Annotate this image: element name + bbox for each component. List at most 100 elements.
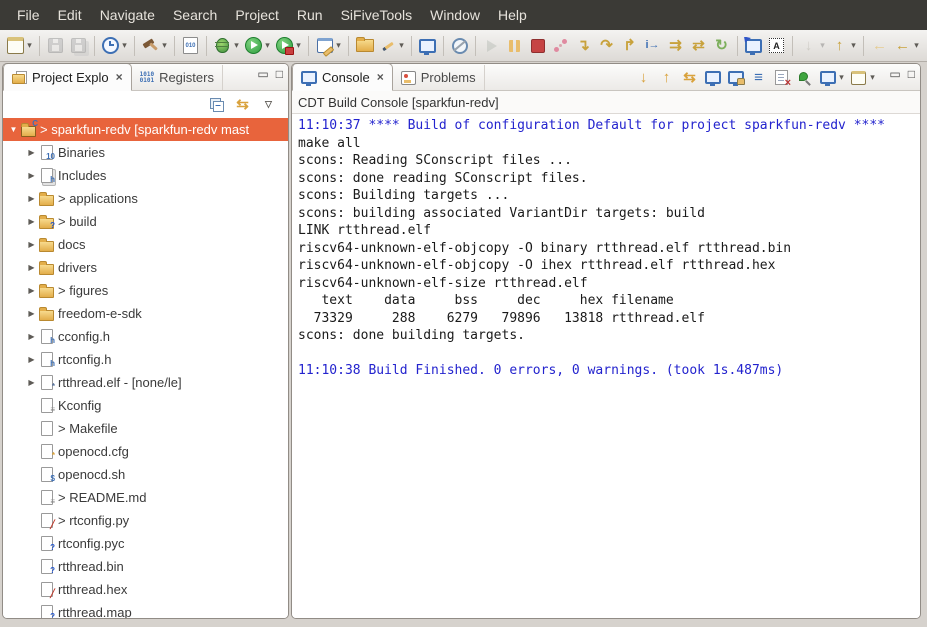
clear-console-button[interactable]	[771, 66, 792, 90]
tree-item[interactable]: *openocd.cfg	[3, 440, 288, 463]
stopwatch-menu[interactable]: ▾	[120, 34, 129, 58]
back-menu[interactable]: ▾	[912, 34, 921, 58]
load-symbols-menu[interactable]: ▾	[818, 34, 827, 58]
scroll-lock-button[interactable]	[725, 66, 746, 90]
menu-edit[interactable]: Edit	[49, 0, 91, 30]
minimize-icon[interactable]: ▭	[889, 68, 900, 80]
forward-button[interactable]: →	[923, 34, 927, 58]
tree-item[interactable]: ≡Kconfig	[3, 394, 288, 417]
restore-state-button[interactable]: ↑	[829, 34, 850, 58]
display-console-button[interactable]	[817, 66, 838, 90]
resume-at-line-button[interactable]: ⇄	[688, 34, 709, 58]
menu-file[interactable]: File	[8, 0, 49, 30]
run-button[interactable]	[243, 34, 264, 58]
next-error-button[interactable]: ↓	[633, 66, 654, 90]
terminate-button[interactable]	[527, 34, 548, 58]
maximize-icon[interactable]: □	[276, 68, 283, 80]
console-view-button[interactable]	[417, 34, 438, 58]
menu-run[interactable]: Run	[288, 0, 332, 30]
expander-icon[interactable]: ▶	[26, 378, 37, 387]
suspend-button[interactable]	[504, 34, 525, 58]
open-console-button[interactable]	[848, 66, 869, 90]
profile-menu[interactable]: ▾	[294, 34, 303, 58]
minimize-icon[interactable]: ▭	[257, 68, 268, 80]
flash-target-button[interactable]	[743, 34, 764, 58]
menu-navigate[interactable]: Navigate	[91, 0, 164, 30]
expander-icon[interactable]: ▶	[26, 263, 37, 272]
step-return-button[interactable]: ↱	[619, 34, 640, 58]
new-wizard-menu[interactable]: ▾	[25, 34, 34, 58]
tree-item[interactable]: ▶hIncludes	[3, 164, 288, 187]
mark-occurrences-button[interactable]	[377, 34, 398, 58]
tree-item[interactable]: ▶docs	[3, 233, 288, 256]
expander-icon[interactable]: ▶	[26, 332, 37, 341]
link-with-editor-button[interactable]: ⇆	[232, 93, 253, 117]
binary-file-button[interactable]: 010	[180, 34, 201, 58]
memory-chip-button[interactable]: A	[766, 34, 787, 58]
save-button[interactable]	[45, 34, 66, 58]
load-symbols-button[interactable]: ↓	[798, 34, 819, 58]
display-console-menu[interactable]: ▾	[837, 66, 846, 90]
expander-icon[interactable]: ▼	[8, 125, 19, 134]
resume-button[interactable]	[481, 34, 502, 58]
expander-icon[interactable]: ▶	[26, 355, 37, 364]
tab-console[interactable]: Console ×	[292, 63, 393, 91]
back-button[interactable]: ←	[892, 34, 913, 58]
maximize-icon[interactable]: □	[908, 68, 915, 80]
restart-button[interactable]: ↻	[711, 34, 732, 58]
tree-item[interactable]: > Makefile	[3, 417, 288, 440]
tree-item[interactable]: ▶drivers	[3, 256, 288, 279]
new-wizard-button[interactable]	[5, 34, 26, 58]
collapse-all-button[interactable]	[206, 93, 227, 117]
tree-item[interactable]: ▶*rtthread.elf - [none/le]	[3, 371, 288, 394]
skip-all-breakpoints-button[interactable]	[449, 34, 470, 58]
expander-icon[interactable]: ▶	[26, 240, 37, 249]
menu-search[interactable]: Search	[164, 0, 226, 30]
menu-help[interactable]: Help	[489, 0, 536, 30]
mark-occurrences-menu[interactable]: ▾	[397, 34, 406, 58]
tab-registers[interactable]: 1010 0101 Registers	[132, 65, 223, 90]
menu-window[interactable]: Window	[421, 0, 489, 30]
back-faded-button[interactable]: ←	[869, 34, 890, 58]
external-tools-button[interactable]	[314, 34, 335, 58]
debug-button[interactable]	[212, 34, 233, 58]
stopwatch-button[interactable]	[100, 34, 121, 58]
tree-item[interactable]: ?rtthread.bin	[3, 555, 288, 578]
open-element-button[interactable]	[354, 34, 375, 58]
close-icon[interactable]: ×	[116, 70, 123, 84]
menu-project[interactable]: Project	[226, 0, 288, 30]
move-to-line-button[interactable]: ⇉	[665, 34, 686, 58]
word-wrap-button[interactable]: ≡	[748, 66, 769, 90]
run-menu[interactable]: ▾	[263, 34, 272, 58]
step-into-button[interactable]: ↴	[573, 34, 594, 58]
menu-sifivetools[interactable]: SiFiveTools	[332, 0, 422, 30]
tree-item[interactable]: ╱> rtconfig.py	[3, 509, 288, 532]
expander-icon[interactable]: ▶	[26, 286, 37, 295]
restore-state-menu[interactable]: ▾	[849, 34, 858, 58]
open-console-menu[interactable]: ▾	[868, 66, 877, 90]
expander-icon[interactable]: ▶	[26, 171, 37, 180]
tree-item[interactable]: ▶> applications	[3, 187, 288, 210]
tree-item[interactable]: ▶hrtconfig.h	[3, 348, 288, 371]
debug-menu[interactable]: ▾	[232, 34, 241, 58]
expander-icon[interactable]: ▶	[26, 309, 37, 318]
tree-item[interactable]: ▶freedom-e-sdk	[3, 302, 288, 325]
tree-item[interactable]: ?rtconfig.pyc	[3, 532, 288, 555]
tree-item[interactable]: ≡> README.md	[3, 486, 288, 509]
expander-icon[interactable]: ▶	[26, 194, 37, 203]
view-menu-button[interactable]: ▽	[258, 93, 279, 117]
tree-item[interactable]: ?rtthread.map	[3, 601, 288, 618]
disconnect-button[interactable]	[550, 34, 571, 58]
tab-problems[interactable]: Problems	[393, 65, 485, 90]
instruction-stepping-button[interactable]: i→	[642, 34, 663, 58]
pin-console-button[interactable]	[794, 66, 815, 90]
profile-button[interactable]	[274, 34, 295, 58]
save-all-button[interactable]	[68, 34, 89, 58]
build-button[interactable]	[140, 34, 161, 58]
expander-icon[interactable]: ▶	[26, 148, 37, 157]
console-stdout-button[interactable]	[702, 66, 723, 90]
tree-item[interactable]: ╱rtthread.hex	[3, 578, 288, 601]
step-over-button[interactable]: ↷	[596, 34, 617, 58]
tree-item[interactable]: ▶10Binaries	[3, 141, 288, 164]
previous-error-button[interactable]: ↑	[656, 66, 677, 90]
